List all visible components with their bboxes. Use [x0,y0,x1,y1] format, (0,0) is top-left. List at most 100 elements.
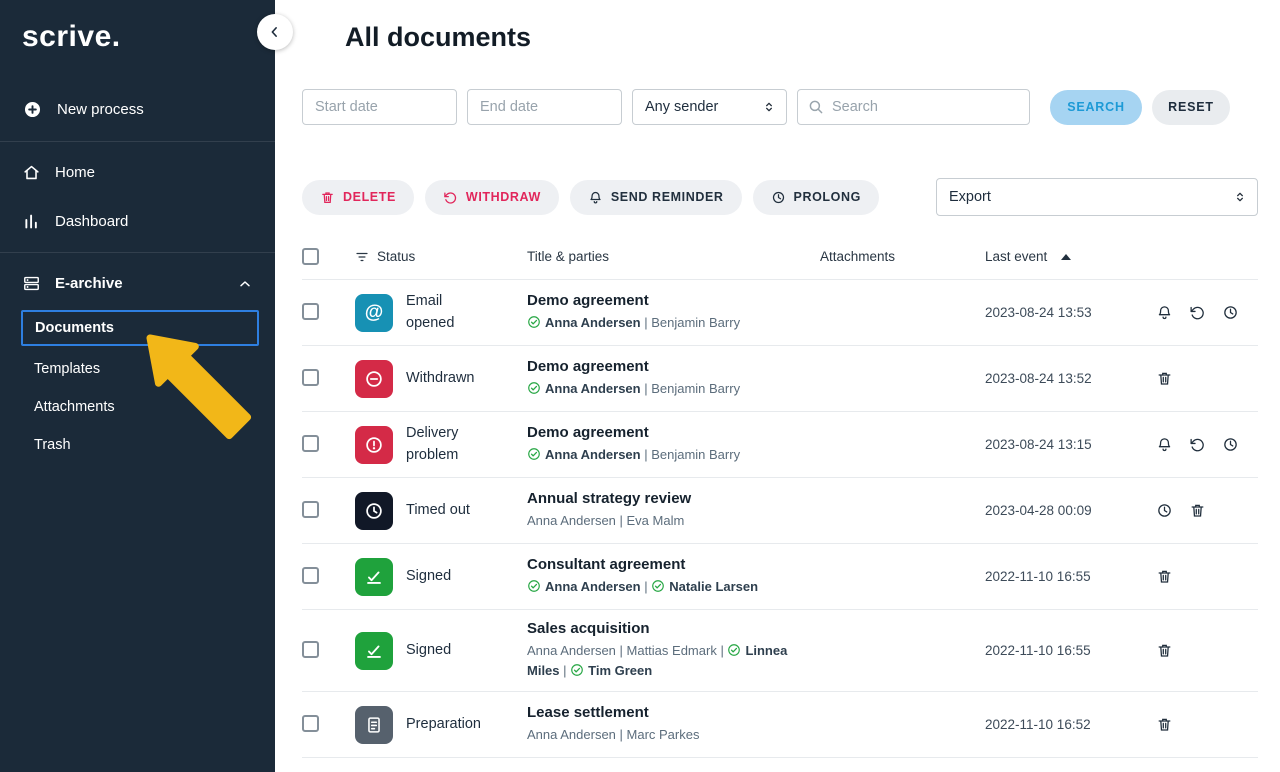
undo-icon[interactable] [1189,304,1206,321]
bell-icon[interactable] [1156,304,1173,321]
row-checkbox[interactable] [302,567,319,584]
table-row: Timed out Annual strategy review Anna Ande… [302,477,1258,543]
reset-button[interactable]: RESET [1152,90,1230,125]
chevron-left-icon [266,23,284,41]
party-separator: | [641,315,652,330]
search-button[interactable]: SEARCH [1050,90,1142,125]
last-event-date: 2023-04-28 00:09 [985,503,1148,518]
document-title[interactable]: Lease settlement [527,704,820,721]
clock-icon[interactable] [1222,436,1239,453]
row-actions [1148,304,1258,321]
row-checkbox[interactable] [302,715,319,732]
table-header: Status Title & parties Attachments Last … [302,242,1258,279]
sidebar-item-dashboard[interactable]: Dashboard [0,197,275,246]
signed-check-icon [727,643,741,657]
last-event-date: 2023-08-24 13:52 [985,371,1148,386]
filter-bar: Any sender SEARCH RESET [302,89,1258,125]
document-title[interactable]: Annual strategy review [527,490,820,507]
column-header-label: Attachments [820,249,895,264]
party-separator: | [616,727,627,742]
last-event-date: 2023-08-24 13:53 [985,305,1148,320]
status-label: Signed [406,566,486,587]
row-checkbox[interactable] [302,303,319,320]
column-header-last-event[interactable]: Last event [985,249,1148,264]
document-title[interactable]: Consultant agreement [527,556,820,573]
clock-icon[interactable] [1222,304,1239,321]
clock-icon [771,190,786,205]
bell-icon[interactable] [1156,436,1173,453]
last-event-date: 2022-11-10 16:52 [985,717,1148,732]
sidebar-item-earchive[interactable]: E-archive [0,259,275,308]
party-name: Marc Parkes [627,727,700,742]
sidebar-item-attachments[interactable]: Attachments [0,388,275,426]
prolong-button[interactable]: PROLONG [753,180,879,215]
signed-check-icon [570,663,584,677]
sidebar-item-home[interactable]: Home [0,148,275,197]
earchive-subnav: Documents Templates Attachments Trash [0,310,275,474]
party-name: Anna Andersen [545,579,641,594]
document-title[interactable]: Sales acquisition [527,620,820,637]
document-parties: Anna Andersen | Benjamin Barry [527,445,820,465]
sender-select[interactable]: Any sender [632,89,787,125]
party-separator: | [641,381,652,396]
status-icon-withdrawn [355,360,393,398]
row-actions [1148,642,1258,659]
sidebar-item-templates[interactable]: Templates [0,350,275,388]
party-name: Anna Andersen [527,727,616,742]
trash-icon[interactable] [1156,716,1173,733]
send-reminder-button[interactable]: SEND REMINDER [570,180,742,215]
table-row: WithdrawnDemo agreementAnna Andersen | B… [302,345,1258,411]
party-name: Anna Andersen [545,381,641,396]
status-icon-delivery-problem [355,426,393,464]
chevron-up-icon [237,276,253,292]
document-parties: Anna Andersen | Benjamin Barry [527,379,820,399]
document-parties: Anna Andersen | Mattias Edmark | Linnea … [527,641,820,681]
sidebar-divider [0,252,275,253]
row-checkbox[interactable] [302,435,319,452]
scrive-logo[interactable]: scrive. [0,14,275,84]
trash-icon[interactable] [1156,642,1173,659]
status-label: Timed out [406,500,486,521]
app-window: scrive. New process Home Dashboard E-arc… [0,0,1280,772]
row-checkbox[interactable] [302,641,319,658]
column-header-attachments: Attachments [820,249,985,264]
delete-button[interactable]: DELETE [302,180,414,215]
document-parties: Anna Andersen | Eva Malm [527,511,820,531]
clock-icon[interactable] [1156,502,1173,519]
trash-icon [320,190,335,205]
end-date-input[interactable] [467,89,622,125]
column-header-status[interactable]: Status [355,249,527,264]
party-name: Anna Andersen [527,513,616,528]
signed-check-icon [527,315,541,329]
sidebar-item-trash[interactable]: Trash [0,426,275,464]
trash-icon[interactable] [1189,502,1206,519]
sidebar-item-documents[interactable]: Documents [21,310,259,346]
withdraw-button[interactable]: WITHDRAW [425,180,559,215]
row-actions [1148,502,1258,519]
party-name: Anna Andersen [545,447,641,462]
party-name: Natalie Larsen [669,579,758,594]
signed-check-icon [527,381,541,395]
signed-check-icon [651,579,665,593]
home-icon [22,163,41,182]
start-date-input[interactable] [302,89,457,125]
row-checkbox[interactable] [302,369,319,386]
row-checkbox[interactable] [302,501,319,518]
party-name: Anna Andersen [545,315,641,330]
document-title[interactable]: Demo agreement [527,424,820,441]
export-select[interactable]: Export [936,178,1258,216]
party-separator: | [641,579,652,594]
undo-icon[interactable] [1189,436,1206,453]
select-all-checkbox[interactable] [302,248,319,265]
sidebar-item-label: New process [57,101,144,118]
document-title[interactable]: Demo agreement [527,292,820,309]
sidebar-item-label: Home [55,164,95,181]
search-input[interactable] [797,89,1030,125]
document-title[interactable]: Demo agreement [527,358,820,375]
undo-icon [443,190,458,205]
sidebar-item-new-process[interactable]: New process [0,84,275,135]
trash-icon[interactable] [1156,370,1173,387]
back-button[interactable] [257,14,293,50]
trash-icon[interactable] [1156,568,1173,585]
table-row: SignedConsultant agreementAnna Andersen … [302,543,1258,609]
